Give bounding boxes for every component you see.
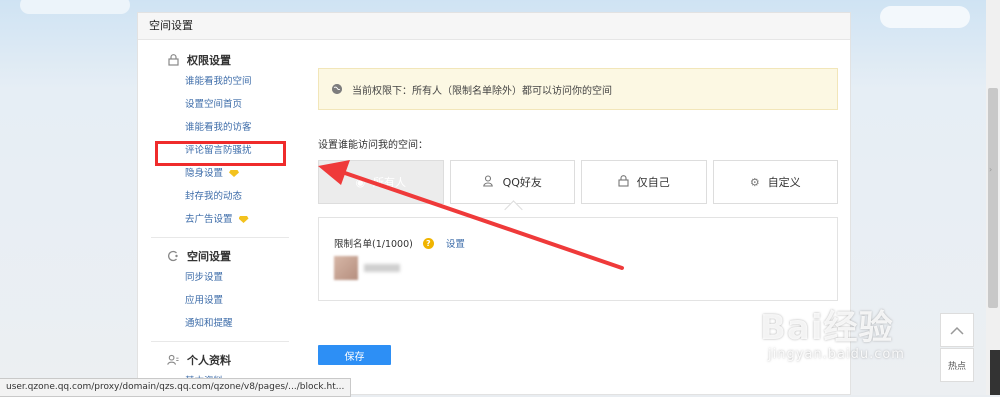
nav-sync-settings[interactable]: 同步设置 xyxy=(151,266,291,289)
nav-item-label: 隐身设置 xyxy=(185,168,224,179)
option-qq-friends[interactable]: QQ好友 xyxy=(449,160,575,204)
restrict-list-header: 限制名单(1/1000) ? 设置 xyxy=(334,236,465,250)
scroll-top-button[interactable] xyxy=(940,313,974,347)
cloud-decoration xyxy=(880,6,970,28)
nav-notifications[interactable]: 通知和提醒 xyxy=(151,312,291,335)
watermark-brand: Bai经验 xyxy=(760,308,894,348)
option-label: 仅自己 xyxy=(636,176,670,189)
option-label: QQ好友 xyxy=(502,176,542,189)
access-options: ◉ 所有人 QQ好友 仅自己 ⚙ 自定义 xyxy=(318,160,838,204)
group-title-label: 空间设置 xyxy=(187,250,231,263)
chevron-up-icon xyxy=(950,326,964,335)
help-icon[interactable]: ? xyxy=(422,237,434,249)
lock-icon xyxy=(167,54,179,66)
option-only-me[interactable]: 仅自己 xyxy=(581,160,707,204)
scrollbar[interactable]: › xyxy=(986,0,1000,395)
scrollbar-thumb[interactable] xyxy=(988,88,998,308)
divider xyxy=(151,237,289,238)
blurred-member-name xyxy=(364,264,400,272)
option-everyone[interactable]: ◉ 所有人 xyxy=(318,160,444,204)
access-section-label: 设置谁能访问我的空间： xyxy=(318,140,428,151)
gear-icon: ⚙ xyxy=(749,175,760,189)
restricted-member[interactable] xyxy=(334,256,400,280)
vip-diamond-icon xyxy=(238,216,249,223)
watermark-url: jingyan.baidu.com xyxy=(768,347,905,362)
avatar xyxy=(334,256,358,280)
divider xyxy=(151,341,289,342)
friends-icon xyxy=(482,174,495,190)
option-custom[interactable]: ⚙ 自定义 xyxy=(712,160,838,204)
baidu-watermark: Bai经验 jingyan.baidu.com xyxy=(760,300,905,362)
restrict-settings-link[interactable]: 设置 xyxy=(446,236,465,250)
panel-title: 空间设置 xyxy=(138,13,850,40)
permission-notice: 当前权限下：所有人（限制名单除外）都可以访问你的空间 xyxy=(318,68,838,110)
notice-text: 当前权限下：所有人（限制名单除外）都可以访问你的空间 xyxy=(352,85,612,97)
scroll-right-arrow-icon: › xyxy=(989,165,993,174)
highlight-box xyxy=(155,141,286,166)
side-tool-widget[interactable] xyxy=(990,350,1000,395)
nav-archive-feeds[interactable]: 封存我的动态 xyxy=(151,185,291,208)
nav-remove-ads[interactable]: 去广告设置 xyxy=(151,208,291,231)
group-title-label: 权限设置 xyxy=(187,54,231,67)
nav-who-can-view-space[interactable]: 谁能看我的空间 xyxy=(151,70,291,93)
vip-diamond-icon xyxy=(229,170,240,177)
option-label: 所有人 xyxy=(373,176,407,189)
restrict-list-label: 限制名单(1/1000) xyxy=(334,239,413,250)
globe-icon: ◉ xyxy=(355,175,366,189)
user-icon xyxy=(167,354,179,366)
group-title-profile: 个人资料 xyxy=(151,350,291,370)
status-bar-url: user.qzone.qq.com/proxy/domain/qzs.qq.co… xyxy=(0,378,352,397)
nav-item-label: 去广告设置 xyxy=(185,214,233,225)
restrict-list-box: 限制名单(1/1000) ? 设置 xyxy=(318,217,838,301)
save-button[interactable]: 保存 xyxy=(318,345,391,365)
globe-icon xyxy=(332,84,342,94)
lock-icon xyxy=(618,174,629,190)
group-title-permissions: 权限设置 xyxy=(151,50,291,70)
group-title-label: 个人资料 xyxy=(187,354,231,367)
cloud-decoration xyxy=(20,0,130,14)
group-title-space: 空间设置 xyxy=(151,246,291,266)
space-icon xyxy=(167,250,179,262)
nav-app-settings[interactable]: 应用设置 xyxy=(151,289,291,312)
nav-who-can-view-visitors[interactable]: 谁能看我的访客 xyxy=(151,116,291,139)
option-label: 自定义 xyxy=(767,176,801,189)
nav-set-space-homepage[interactable]: 设置空间首页 xyxy=(151,93,291,116)
sidebar: 权限设置 谁能看我的空间 设置空间首页 谁能看我的访客 评论留言防骚扰 隐身设置… xyxy=(151,50,291,393)
hot-button[interactable]: 热点 xyxy=(940,348,974,382)
